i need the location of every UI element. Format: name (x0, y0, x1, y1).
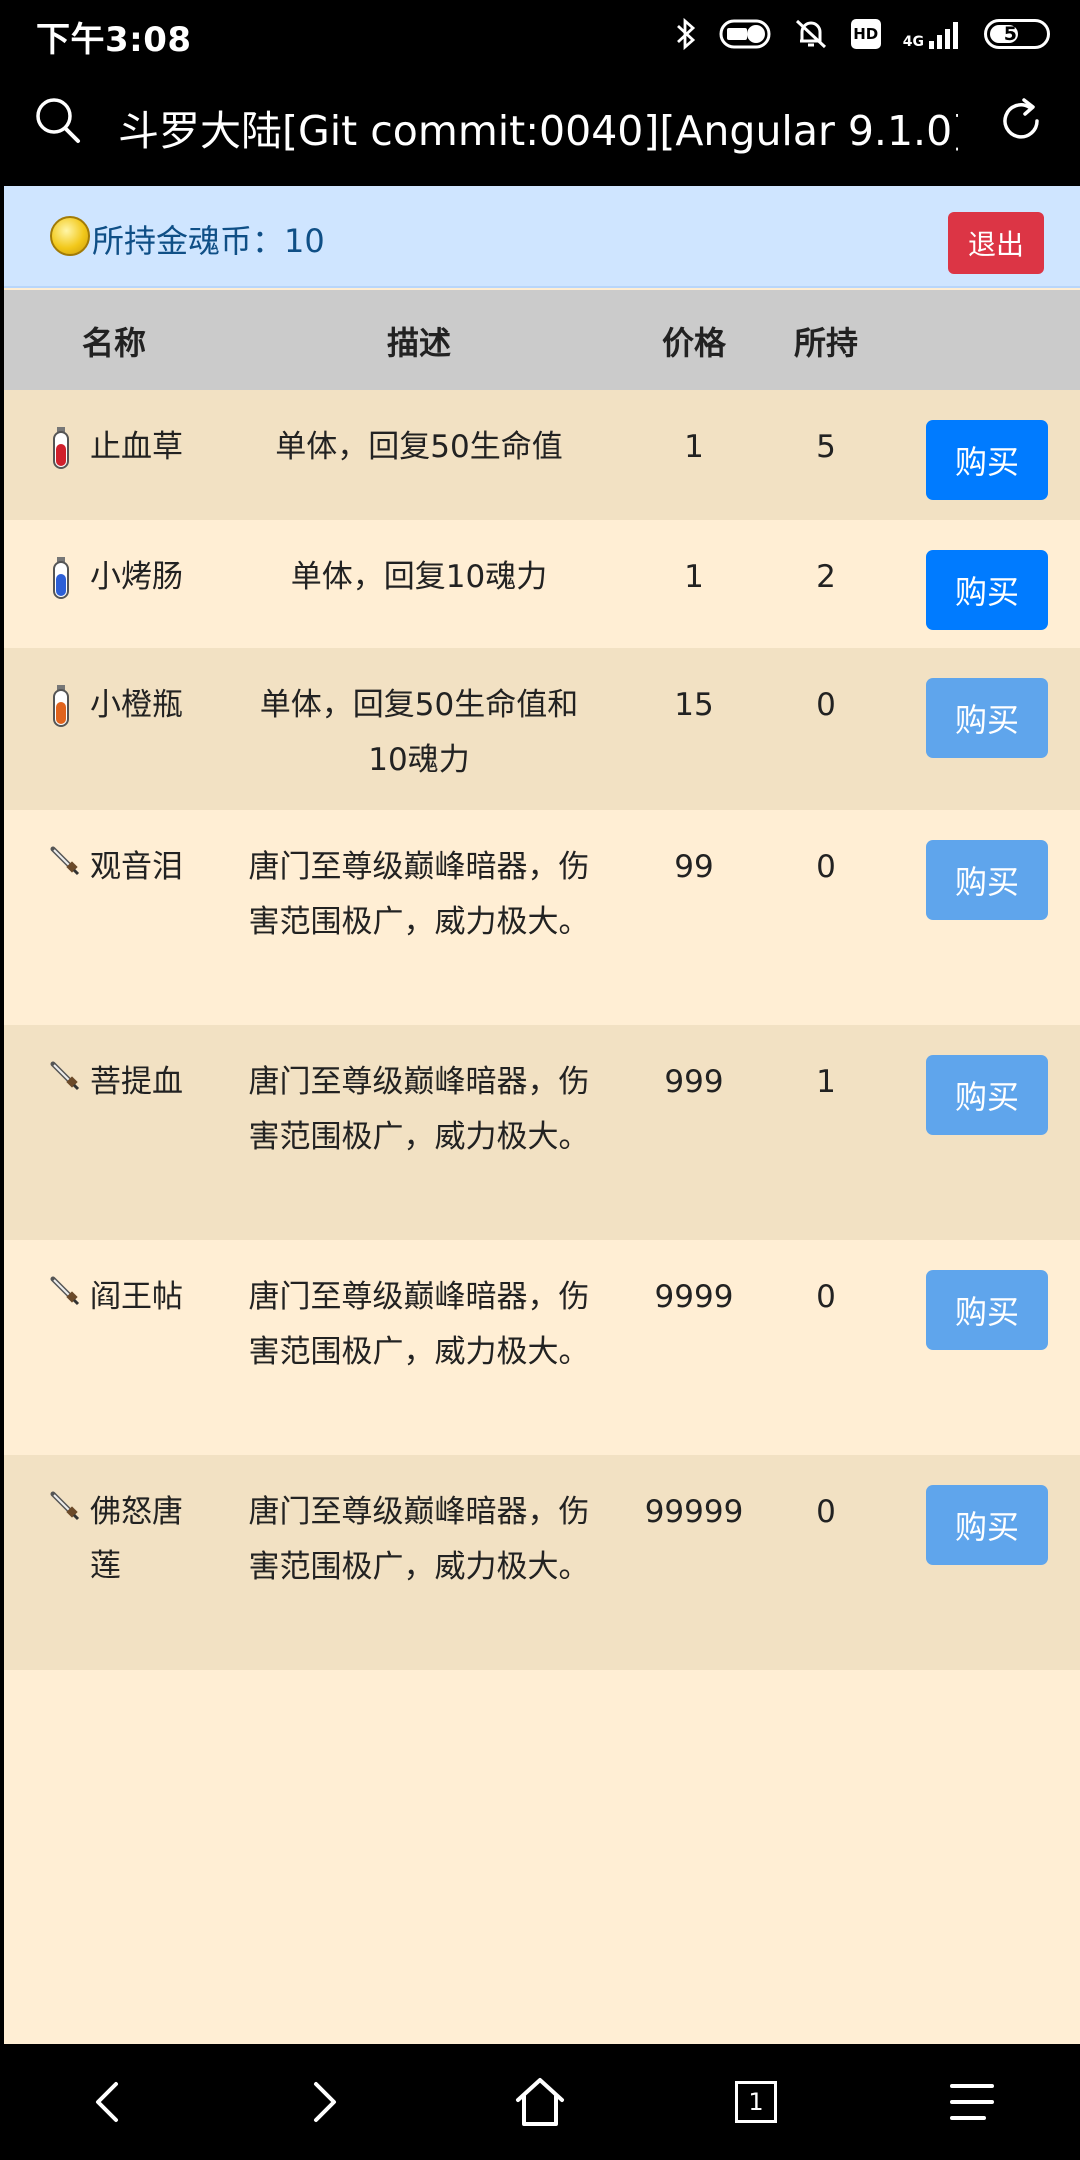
buy-button[interactable]: 购买 (926, 420, 1048, 500)
hidden-weapon-icon (50, 1276, 80, 1314)
header-price: 价格 (661, 324, 726, 362)
buy-button[interactable]: 购买 (926, 550, 1048, 630)
hidden-weapon-icon (50, 1491, 80, 1529)
back-icon[interactable] (80, 2074, 136, 2130)
potion-orange-icon (50, 684, 72, 736)
header-desc: 描述 (386, 324, 451, 362)
signal-group: 4G (903, 19, 962, 49)
item-desc: 唐门至尊级巅峰暗器，伤害范围极广，威力极大。 (248, 1064, 590, 1155)
item-price: 9999 (654, 1279, 734, 1315)
table-row: 菩提血 唐门至尊级巅峰暗器，伤害范围极广，威力极大。 999 1 购买 (4, 1025, 1080, 1240)
item-desc: 单体，回复50生命值和10魂力 (259, 687, 579, 778)
status-bar: 下午3:08 HD 4G 51 (0, 0, 1080, 66)
item-price: 1 (684, 429, 704, 465)
item-name: 阎王帖 (90, 1279, 183, 1315)
menu-icon[interactable] (944, 2074, 1000, 2130)
header-held: 所持 (793, 324, 858, 362)
item-held: 1 (816, 1064, 836, 1100)
tabs-icon[interactable]: 1 (728, 2074, 784, 2130)
toggle-icon (719, 19, 771, 49)
network-label: 4G (902, 34, 924, 50)
coins-label: 所持金魂币：10 (92, 222, 325, 260)
hidden-weapon-icon (50, 1061, 80, 1099)
table-row: 小橙瓶 单体，回复50生命值和10魂力 15 0 购买 (4, 648, 1080, 810)
item-list: 止血草 单体，回复50生命值 1 5 购买 小烤肠 单体，回复10魂力 1 2 … (4, 390, 1080, 1670)
browser-header: 斗罗大陆[Git commit:0040][Angular 9.1.0] (0, 66, 1080, 186)
mute-bell-icon (795, 19, 826, 49)
item-held: 0 (816, 687, 836, 723)
table-header: 名称 描述 价格 所持 (4, 290, 1080, 390)
coin-bar: 所持金魂币：10 退出 (4, 186, 1080, 288)
item-name: 小烤肠 (90, 559, 183, 595)
item-held: 0 (816, 1494, 836, 1530)
item-held: 2 (816, 559, 836, 595)
item-name: 小橙瓶 (90, 687, 183, 723)
buy-button[interactable]: 购买 (926, 1055, 1048, 1135)
buy-button[interactable]: 购买 (926, 678, 1048, 758)
battery-icon: 51 (984, 19, 1050, 49)
logout-button[interactable]: 退出 (948, 212, 1044, 274)
tab-count: 1 (735, 2081, 777, 2123)
buy-button[interactable]: 购买 (926, 1485, 1048, 1565)
item-price: 15 (674, 687, 714, 723)
buy-button[interactable]: 购买 (926, 1270, 1048, 1350)
item-price: 1 (684, 559, 704, 595)
item-name: 观音泪 (90, 849, 183, 885)
header-name: 名称 (81, 324, 146, 362)
hd-badge: HD (850, 19, 881, 49)
table-row: 佛怒唐莲 唐门至尊级巅峰暗器，伤害范围极广，威力极大。 99999 0 购买 (4, 1455, 1080, 1670)
item-held: 5 (816, 429, 836, 465)
app-root: 下午3:08 HD 4G 51 斗罗大陆[Git commit:0040][An… (0, 0, 1080, 2160)
item-held: 0 (816, 1279, 836, 1315)
table-row: 阎王帖 唐门至尊级巅峰暗器，伤害范围极广，威力极大。 9999 0 购买 (4, 1240, 1080, 1455)
item-desc: 唐门至尊级巅峰暗器，伤害范围极广，威力极大。 (248, 849, 590, 940)
item-desc: 唐门至尊级巅峰暗器，伤害范围极广，威力极大。 (248, 1279, 590, 1370)
table-row: 小烤肠 单体，回复10魂力 1 2 购买 (4, 520, 1080, 648)
item-name: 佛怒唐莲 (90, 1494, 183, 1584)
status-icons: HD 4G 51 (675, 14, 1050, 54)
buy-button[interactable]: 购买 (926, 840, 1048, 920)
forward-icon[interactable] (296, 2074, 352, 2130)
item-name: 菩提血 (90, 1064, 183, 1100)
table-row: 观音泪 唐门至尊级巅峰暗器，伤害范围极广，威力极大。 99 0 购买 (4, 810, 1080, 1025)
potion-blue-icon (50, 556, 72, 608)
item-name: 止血草 (90, 429, 183, 465)
bottom-nav: 1 (0, 2044, 1080, 2160)
home-icon[interactable] (512, 2074, 568, 2130)
item-desc: 单体，回复50生命值 (275, 429, 563, 465)
hidden-weapon-icon (50, 846, 80, 884)
bluetooth-icon (676, 17, 695, 51)
refresh-icon[interactable] (996, 96, 1046, 146)
item-desc: 唐门至尊级巅峰暗器，伤害范围极广，威力极大。 (248, 1494, 590, 1585)
item-price: 999 (664, 1064, 724, 1100)
item-held: 0 (816, 849, 836, 885)
potion-red-icon (50, 426, 72, 478)
item-price: 99 (674, 849, 714, 885)
table-row: 止血草 单体，回复50生命值 1 5 购买 (4, 390, 1080, 520)
signal-icon (929, 22, 958, 49)
item-price: 99999 (644, 1494, 744, 1530)
shop-page: 所持金魂币：10 退出 名称 描述 价格 所持 止血草 单体，回复50生命值 1… (4, 186, 1080, 2044)
gold-coin-icon (50, 216, 90, 256)
battery-text: 51 (1003, 23, 1031, 45)
status-time: 下午3:08 (36, 20, 192, 60)
search-icon[interactable] (34, 96, 82, 146)
item-desc: 单体，回复10魂力 (290, 559, 548, 595)
page-title: 斗罗大陆[Git commit:0040][Angular 9.1.0] (118, 107, 958, 155)
